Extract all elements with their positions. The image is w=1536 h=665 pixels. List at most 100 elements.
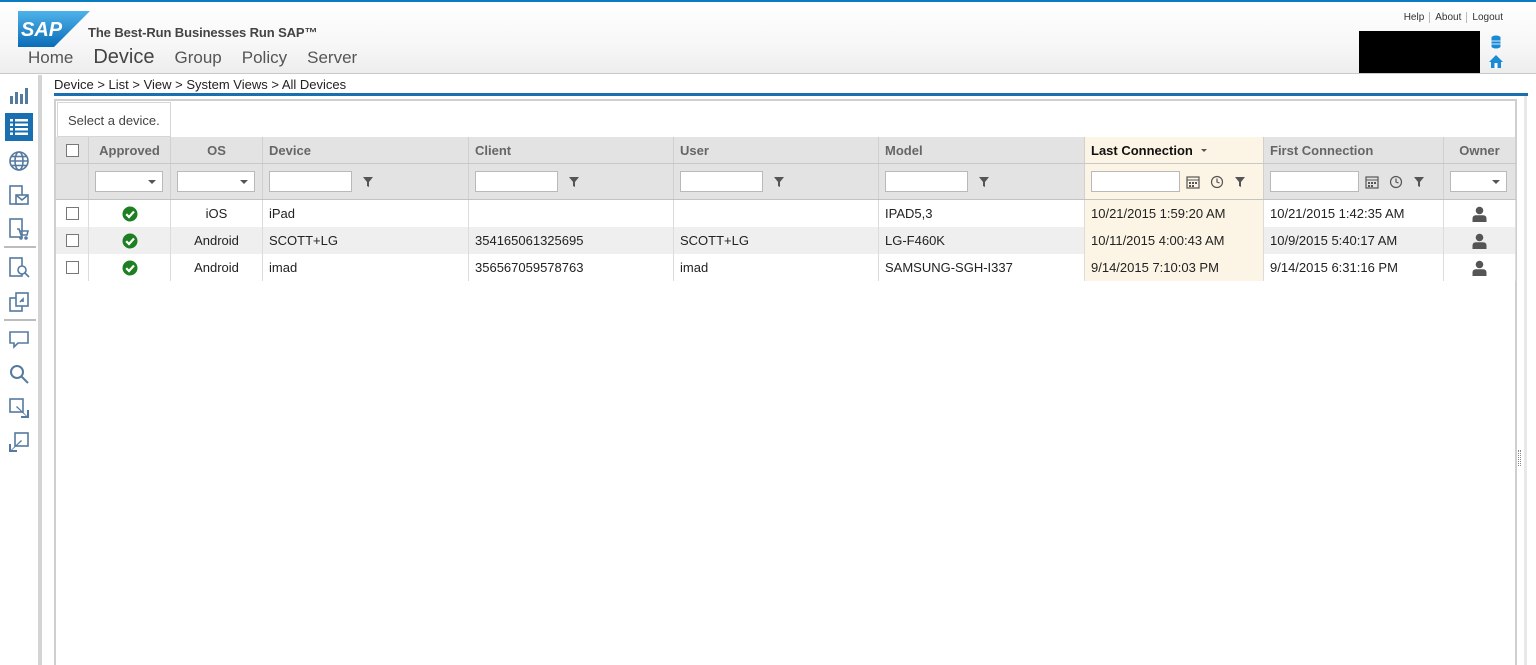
user-filter-input[interactable] — [680, 171, 763, 192]
main-nav: Home Device Group Policy Server — [28, 46, 377, 69]
filter-device-cell — [263, 164, 469, 199]
filter-first-connection-cell — [1264, 164, 1444, 199]
table-row[interactable]: Android SCOTT+LG 354165061325695 SCOTT+LG LG… — [56, 227, 1516, 254]
globe-icon[interactable] — [5, 147, 33, 175]
model-cell: SAMSUNG-SGH-I337 — [879, 254, 1085, 281]
select-all-checkbox[interactable] — [65, 143, 79, 157]
first-cell: 9/14/2015 6:31:16 PM — [1264, 254, 1444, 281]
device-cell: imad — [263, 254, 469, 281]
col-owner[interactable]: Owner — [1444, 137, 1516, 163]
device-list-panel: Select a device. Approved OS Device Clie… — [54, 99, 1517, 665]
import-icon[interactable] — [5, 394, 33, 422]
user-cell: imad — [674, 254, 879, 281]
copy-icon[interactable] — [5, 288, 33, 316]
check-icon — [122, 233, 138, 249]
search-doc-icon[interactable] — [5, 254, 33, 282]
search-icon[interactable] — [5, 360, 33, 388]
splitter-grip[interactable] — [1518, 450, 1521, 466]
device-cell: iPad — [263, 200, 469, 227]
client-filter-input[interactable] — [475, 171, 558, 192]
owner-filter-select[interactable] — [1450, 171, 1507, 192]
user-info-redacted — [1359, 31, 1480, 73]
database-icon[interactable] — [1489, 35, 1503, 49]
export-icon[interactable] — [5, 428, 33, 456]
first-cell: 10/9/2015 5:40:17 AM — [1264, 227, 1444, 254]
model-cell: LG-F460K — [879, 227, 1085, 254]
nav-policy[interactable]: Policy — [242, 48, 287, 68]
sidebar-divider — [4, 319, 36, 321]
table-row[interactable]: iOS iPad IPAD5,3 10/21/2015 1:59:20 AM 10/21… — [56, 200, 1516, 227]
first-cell: 10/21/2015 1:42:35 AM — [1264, 200, 1444, 227]
breadcrumb-underline — [54, 93, 1528, 96]
logout-link[interactable]: Logout — [1466, 12, 1508, 23]
client-cell: 354165061325695 — [469, 227, 674, 254]
filter-icon[interactable] — [978, 176, 990, 188]
grid-header: Approved OS Device Client User Model Las… — [56, 137, 1516, 164]
person-icon[interactable] — [1472, 206, 1487, 222]
filter-icon[interactable] — [773, 176, 785, 188]
person-icon[interactable] — [1472, 260, 1487, 276]
message-icon[interactable] — [5, 326, 33, 354]
client-cell: 356567059578763 — [469, 254, 674, 281]
nav-server[interactable]: Server — [307, 48, 357, 68]
filter-icon[interactable] — [568, 176, 580, 188]
col-device[interactable]: Device — [263, 137, 469, 163]
nav-home[interactable]: Home — [28, 48, 73, 68]
owner-cell — [1444, 254, 1516, 281]
filter-model-cell — [879, 164, 1085, 199]
select-device-hint: Select a device. — [57, 102, 171, 137]
sap-logo[interactable]: SAP — [18, 11, 90, 47]
last-cell: 10/21/2015 1:59:20 AM — [1085, 200, 1264, 227]
calendar-icon[interactable] — [1186, 175, 1200, 189]
col-last-connection[interactable]: Last Connection — [1085, 137, 1264, 163]
approved-filter-select[interactable] — [95, 171, 163, 192]
owner-cell — [1444, 200, 1516, 227]
row-checkbox[interactable] — [65, 234, 79, 247]
mail-device-icon[interactable] — [5, 182, 33, 210]
app-header: SAP The Best-Run Businesses Run SAP™ Hom… — [0, 2, 1536, 74]
model-filter-input[interactable] — [885, 171, 968, 192]
filter-icon[interactable] — [1234, 176, 1246, 188]
last-connection-filter-input[interactable] — [1091, 171, 1180, 192]
clock-icon[interactable] — [1389, 175, 1403, 189]
nav-device[interactable]: Device — [93, 46, 154, 69]
os-filter-select[interactable] — [177, 171, 255, 192]
user-cell — [674, 200, 879, 227]
col-os[interactable]: OS — [171, 137, 263, 163]
filter-icon[interactable] — [1413, 176, 1425, 188]
table-row[interactable]: Android imad 356567059578763 imad SAMSUNG-SG… — [56, 254, 1516, 281]
person-icon[interactable] — [1472, 233, 1487, 249]
nav-group[interactable]: Group — [175, 48, 222, 68]
last-cell: 10/11/2015 4:00:43 AM — [1085, 227, 1264, 254]
row-select-cell — [56, 227, 89, 254]
clock-icon[interactable] — [1210, 175, 1224, 189]
help-link[interactable]: Help — [1399, 12, 1430, 23]
filter-empty-cell — [56, 164, 89, 199]
sort-desc-icon — [1200, 149, 1207, 152]
about-link[interactable]: About — [1429, 12, 1466, 23]
filter-last-connection-cell — [1085, 164, 1264, 199]
os-cell: Android — [171, 254, 263, 281]
top-links: Help About Logout — [1399, 12, 1508, 23]
col-user[interactable]: User — [674, 137, 879, 163]
calendar-icon[interactable] — [1365, 175, 1379, 189]
list-icon[interactable] — [5, 113, 33, 141]
filter-user-cell — [674, 164, 879, 199]
filter-icon[interactable] — [362, 176, 374, 188]
checkout-icon[interactable] — [5, 215, 33, 243]
device-cell: SCOTT+LG — [263, 227, 469, 254]
col-last-connection-label: Last Connection — [1091, 142, 1193, 158]
col-model[interactable]: Model — [879, 137, 1085, 163]
panel-splitter[interactable] — [1524, 96, 1527, 665]
first-connection-filter-input[interactable] — [1270, 171, 1359, 192]
chart-icon[interactable] — [5, 81, 33, 109]
filter-approved-cell — [89, 164, 171, 199]
row-checkbox[interactable] — [65, 207, 79, 220]
col-client[interactable]: Client — [469, 137, 674, 163]
row-checkbox[interactable] — [65, 261, 79, 274]
col-approved[interactable]: Approved — [89, 137, 171, 163]
device-filter-input[interactable] — [269, 171, 352, 192]
breadcrumb: Device > List > View > System Views > Al… — [54, 77, 347, 92]
col-first-connection[interactable]: First Connection — [1264, 137, 1444, 163]
home-icon[interactable] — [1488, 54, 1504, 69]
